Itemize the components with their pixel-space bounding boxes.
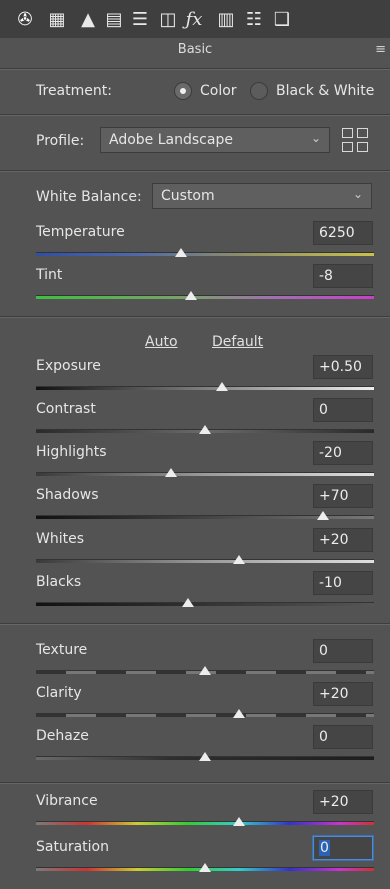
highlights-slider-track[interactable] [36,472,374,476]
panel-menu-icon[interactable]: ≡ [375,42,386,57]
filmstrip-icon[interactable]: ▥ [214,6,238,32]
shadows-label: Shadows [36,487,99,503]
separator [0,114,390,116]
saturation-value-field[interactable]: 0 [313,836,373,860]
separator [0,623,390,625]
exposure-value: +0.50 [319,359,362,375]
whites-label: Whites [36,531,85,547]
dehaze-slider-thumb[interactable] [199,752,211,761]
contrast-value: 0 [319,402,328,418]
chevron-down-icon: ⌄ [352,187,363,201]
texture-value-field[interactable]: 0 [313,639,373,663]
shadows-value: +70 [319,488,349,504]
radio-selected-icon [174,82,192,100]
texture-value: 0 [319,643,328,659]
dehaze-value: 0 [319,729,328,745]
tint-value: -8 [319,268,333,284]
dehaze-label: Dehaze [36,728,89,744]
blacks-slider-thumb[interactable] [182,598,195,607]
contrast-label: Contrast [36,401,96,417]
exposure-value-field[interactable]: +0.50 [313,355,373,379]
whites-value-field[interactable]: +20 [313,528,373,552]
vibrance-value: +20 [319,794,349,810]
contrast-value-field[interactable]: 0 [313,398,373,422]
radio-unselected-icon [250,82,268,100]
temperature-slider-thumb[interactable] [175,248,188,257]
panel-toolbar: ✇ ▦ ▲ ▤ ☰ ◫ ƒx ▥ ☷ ❑ [0,0,390,38]
tint-slider-thumb[interactable] [185,291,198,300]
texture-slider-thumb[interactable] [199,666,211,675]
hsl-panel-icon[interactable]: ☰ [128,6,152,32]
sliders-icon[interactable]: ☷ [242,6,266,32]
blacks-value-field[interactable]: -10 [313,571,373,595]
exposure-label: Exposure [36,358,101,374]
whites-value: +20 [319,532,349,548]
tint-slider-track[interactable] [36,295,374,299]
chevron-down-icon: ⌄ [310,131,321,145]
separator [0,170,390,172]
dehaze-value-field[interactable]: 0 [313,725,373,749]
treatment-color-label: Color [200,83,237,99]
lens-icon[interactable]: ◫ [156,6,180,32]
separator [0,316,390,318]
highlights-value: -20 [319,445,342,461]
clarity-value: +20 [319,686,349,702]
highlights-label: Highlights [36,444,107,460]
presets-icon[interactable]: ❑ [270,6,294,32]
fx-icon[interactable]: ƒx [182,6,206,32]
blacks-value: -10 [319,575,342,591]
mountain-icon[interactable]: ▲ [76,6,100,32]
blacks-slider-track[interactable] [36,602,374,606]
vibrance-value-field[interactable]: +20 [313,790,373,814]
clarity-slider-track[interactable] [36,713,374,717]
aperture-icon[interactable]: ✇ [13,6,37,32]
saturation-slider-thumb[interactable] [199,863,211,872]
exposure-slider-track[interactable] [36,386,374,390]
contrast-slider-thumb[interactable] [199,425,211,434]
white-balance-value: Custom [161,188,215,204]
profile-value: Adobe Landscape [109,132,233,148]
panel-title: Basic [177,42,213,57]
split-panel-icon[interactable]: ▤ [102,6,126,32]
exposure-slider-thumb[interactable] [215,382,228,391]
temperature-label: Temperature [36,224,125,240]
treatment-color-radio[interactable]: Color [174,82,237,100]
profile-dropdown[interactable]: Adobe Landscape ⌄ [100,127,330,153]
saturation-label: Saturation [36,839,109,855]
highlights-value-field[interactable]: -20 [313,441,373,465]
vibrance-slider-track[interactable] [36,821,374,825]
temperature-value-field[interactable]: 6250 [313,221,373,245]
treatment-label: Treatment: [36,83,112,99]
whites-slider-track[interactable] [36,559,374,563]
temperature-value: 6250 [319,225,355,241]
temperature-slider-track[interactable] [36,252,374,256]
tint-value-field[interactable]: -8 [313,264,373,288]
clarity-label: Clarity [36,685,82,701]
separator [0,782,390,784]
treatment-bw-label: Black & White [276,83,375,99]
whites-slider-thumb[interactable] [232,555,245,564]
shadows-slider-thumb[interactable] [317,511,330,520]
vibrance-label: Vibrance [36,793,98,809]
highlights-slider-thumb[interactable] [165,468,178,477]
treatment-bw-radio[interactable]: Black & White [250,82,374,100]
white-balance-dropdown[interactable]: Custom ⌄ [152,183,372,209]
vibrance-slider-thumb[interactable] [232,817,245,826]
profile-label: Profile: [36,133,85,149]
white-balance-label: White Balance: [36,189,142,205]
profile-browser-grid-icon[interactable] [342,128,370,154]
separator [0,68,390,70]
shadows-value-field[interactable]: +70 [313,484,373,508]
blacks-label: Blacks [36,574,82,590]
default-button[interactable]: Default [212,334,263,350]
texture-label: Texture [36,642,88,658]
auto-button[interactable]: Auto [145,334,178,350]
tint-label: Tint [36,267,63,283]
saturation-value: 0 [319,840,330,856]
clarity-value-field[interactable]: +20 [313,682,373,706]
clarity-slider-thumb[interactable] [232,709,245,718]
grid-icon[interactable]: ▦ [45,6,69,32]
